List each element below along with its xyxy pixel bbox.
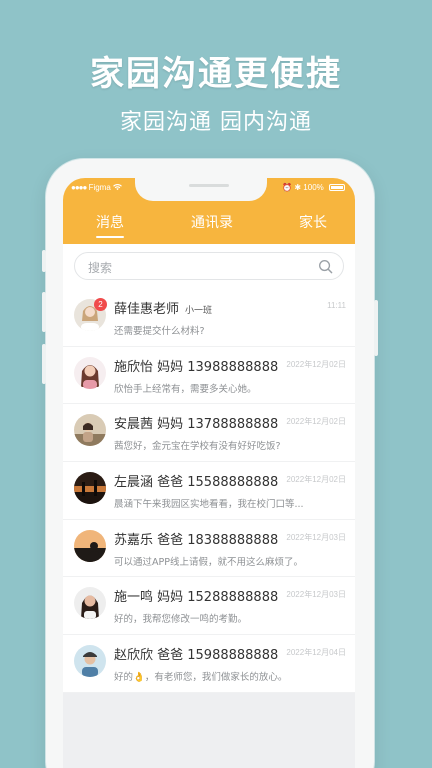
- unread-badge: 2: [94, 298, 107, 311]
- tab-parents[interactable]: 家长: [299, 212, 327, 232]
- alarm-icon: ⏰: [282, 183, 293, 192]
- message-time: 11:11: [327, 301, 346, 310]
- tab-bar: 消息 通讯录 家长: [63, 212, 355, 238]
- phone-side-button: [374, 300, 378, 356]
- contact-name: 赵欣欣 爸爸 15988888888: [114, 648, 279, 664]
- list-item[interactable]: 施一鸣 妈妈 15288888888 2022年12月03日 好的，我帮您修改一…: [63, 577, 355, 636]
- list-item[interactable]: 苏嘉乐 爸爸 18388888888 2022年12月03日 可以通过APP线上…: [63, 520, 355, 578]
- message-preview: 好的👌，有老师您，我们做家长的放心。: [114, 672, 288, 684]
- list-item[interactable]: 施欣怡 妈妈 13988888888 2022年12月02日 欣怡手上经常有，需…: [63, 347, 355, 405]
- message-preview: 晨涵下午来我园区实地看看，我在校门口等...: [114, 499, 304, 511]
- bluetooth-icon: ✱: [294, 183, 302, 192]
- avatar: [74, 529, 106, 562]
- phone-notch: [135, 178, 267, 201]
- avatar: [74, 645, 106, 678]
- tab-contacts[interactable]: 通讯录: [191, 212, 233, 232]
- contact-name: 左晨涵 爸爸 15588888888: [114, 475, 279, 491]
- search-input[interactable]: 搜索: [74, 252, 344, 280]
- avatar: [74, 587, 106, 620]
- avatar: [74, 472, 106, 505]
- message-time: 2022年12月03日: [286, 532, 346, 542]
- promo-subhead: 家园沟通 园内沟通: [120, 110, 312, 135]
- phone-side-button: [42, 344, 46, 384]
- avatar: [74, 356, 106, 389]
- phone-side-button: [42, 250, 46, 272]
- search-placeholder: 搜索: [88, 261, 113, 275]
- carrier-label: Figma: [88, 183, 111, 192]
- battery-icon: [329, 184, 345, 191]
- contact-name: 安晨茜 妈妈 13788888888: [114, 417, 279, 433]
- list-item[interactable]: 2 薛佳惠老师 小一班 11:11 还需要提交什么材料?: [63, 289, 355, 347]
- tab-messages[interactable]: 消息: [96, 212, 124, 238]
- contact-name: 薛佳惠老师 小一班: [114, 302, 213, 317]
- wifi-icon: [113, 183, 122, 191]
- list-empty-area: [63, 693, 355, 768]
- avatar: [74, 414, 106, 447]
- active-tab-indicator: [96, 236, 124, 238]
- app-header: ●●●● Figma ⏰ ✱ 100% 消息 通讯录 家长: [63, 178, 355, 244]
- contact-name: 施欣怡 妈妈 13988888888: [114, 359, 279, 375]
- message-time: 2022年12月02日: [286, 417, 346, 427]
- contact-name: 施一鸣 妈妈 15288888888: [114, 590, 279, 606]
- message-preview: 欣怡手上经常有，需要多关心她。: [114, 383, 257, 395]
- message-preview: 还需要提交什么材料?: [114, 326, 205, 337]
- message-time: 2022年12月02日: [286, 475, 346, 485]
- search-icon[interactable]: [318, 259, 333, 274]
- list-item[interactable]: 赵欣欣 爸爸 15988888888 2022年12月04日 好的👌，有老师您，…: [63, 635, 355, 693]
- message-time: 2022年12月04日: [286, 648, 346, 658]
- phone-side-button: [42, 292, 46, 332]
- list-item[interactable]: 左晨涵 爸爸 15588888888 2022年12月02日 晨涵下午来我园区实…: [63, 462, 355, 520]
- contact-name: 苏嘉乐 爸爸 18388888888: [114, 532, 279, 548]
- class-label: 小一班: [185, 306, 213, 316]
- promo-headline: 家园沟通更便捷: [90, 54, 342, 94]
- list-item[interactable]: 安晨茜 妈妈 13788888888 2022年12月02日 茜您好，金元宝在学…: [63, 404, 355, 463]
- message-preview: 茜您好，金元宝在学校有没有好好吃饭?: [114, 441, 281, 453]
- app-screen: ●●●● Figma ⏰ ✱ 100% 消息 通讯录 家长 搜索 2 薛佳惠老师…: [63, 178, 355, 768]
- message-preview: 好的，我帮您修改一鸣的考勤。: [114, 614, 248, 626]
- conversation-list: 2 薛佳惠老师 小一班 11:11 还需要提交什么材料? 施欣怡 妈妈 13988…: [63, 289, 355, 693]
- speaker-grille: [189, 184, 229, 187]
- signal-icon: ●●●●: [71, 183, 87, 192]
- battery-percent: 100%: [303, 183, 324, 192]
- message-time: 2022年12月02日: [286, 359, 346, 369]
- message-time: 2022年12月03日: [286, 590, 346, 600]
- message-preview: 可以通过APP线上请假，就不用这么麻烦了。: [114, 556, 303, 568]
